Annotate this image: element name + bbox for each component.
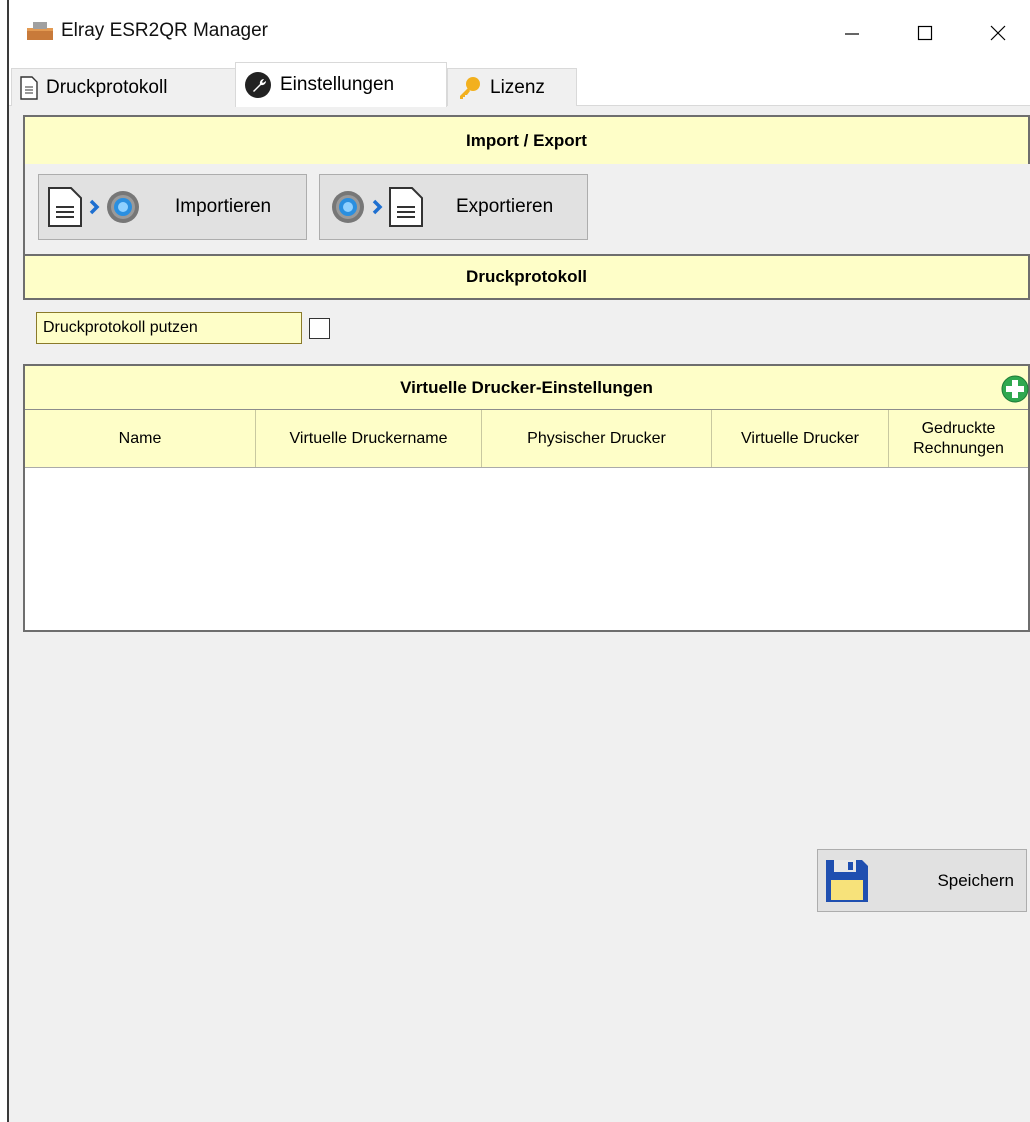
clear-log-checkbox[interactable] [309, 318, 330, 339]
column-header-virtual-printer[interactable]: Virtuelle Drucker [712, 410, 889, 467]
export-icon [326, 185, 438, 229]
column-header-virtual-printer-name[interactable]: Virtuelle Druckername [256, 410, 482, 467]
column-header-physical-printer[interactable]: Physischer Drucker [482, 410, 712, 467]
tab-einstellungen[interactable]: Einstellungen [235, 62, 447, 107]
minimize-icon [845, 33, 859, 35]
druckprotokoll-header: Druckprotokoll [23, 254, 1030, 300]
tab-label: Einstellungen [280, 74, 395, 95]
settings-panel: Import / Export Importieren Exportieren … [9, 106, 1030, 1122]
key-icon [456, 75, 482, 101]
tab-label: Druckprotokoll [46, 76, 168, 98]
maximize-icon [917, 25, 933, 41]
tab-lizenz[interactable]: Lizenz [447, 68, 577, 106]
close-icon [990, 25, 1006, 41]
add-icon[interactable] [1000, 374, 1030, 404]
close-button[interactable] [967, 10, 1029, 56]
column-header-name[interactable]: Name [25, 410, 256, 467]
tab-label: Lizenz [490, 76, 545, 98]
section-border [23, 164, 25, 254]
wrench-icon [244, 71, 272, 99]
document-icon [20, 75, 38, 100]
export-button[interactable]: Exportieren [319, 174, 588, 240]
import-icon [45, 185, 157, 229]
virtual-printer-grid: Virtuelle Drucker-Einstellungen Name Vir… [23, 364, 1030, 632]
import-label: Importieren [175, 196, 272, 217]
app-icon [27, 22, 53, 40]
floppy-disk-icon [824, 858, 870, 909]
save-label: Speichern [937, 871, 1014, 890]
virtual-printer-header: Virtuelle Drucker-Einstellungen [25, 366, 1028, 410]
title-bar: Elray ESR2QR Manager [9, 0, 1030, 62]
tab-druckprotokoll[interactable]: Druckprotokoll [11, 68, 236, 106]
grid-column-headers: Name Virtuelle Druckername Physischer Dr… [25, 410, 1028, 468]
column-header-printed-invoices[interactable]: Gedruckte Rechnungen [889, 410, 1028, 467]
import-button[interactable]: Importieren [38, 174, 307, 240]
export-label: Exportieren [456, 196, 554, 217]
window-title: Elray ESR2QR Manager [61, 20, 268, 41]
clear-log-label: Druckprotokoll putzen [36, 312, 302, 344]
minimize-button[interactable] [821, 10, 883, 56]
tab-strip: Druckprotokoll Einstellungen Lizenz [9, 62, 1030, 107]
save-button[interactable]: Speichern [817, 849, 1027, 912]
maximize-button[interactable] [894, 10, 956, 56]
import-export-header: Import / Export [23, 115, 1030, 164]
